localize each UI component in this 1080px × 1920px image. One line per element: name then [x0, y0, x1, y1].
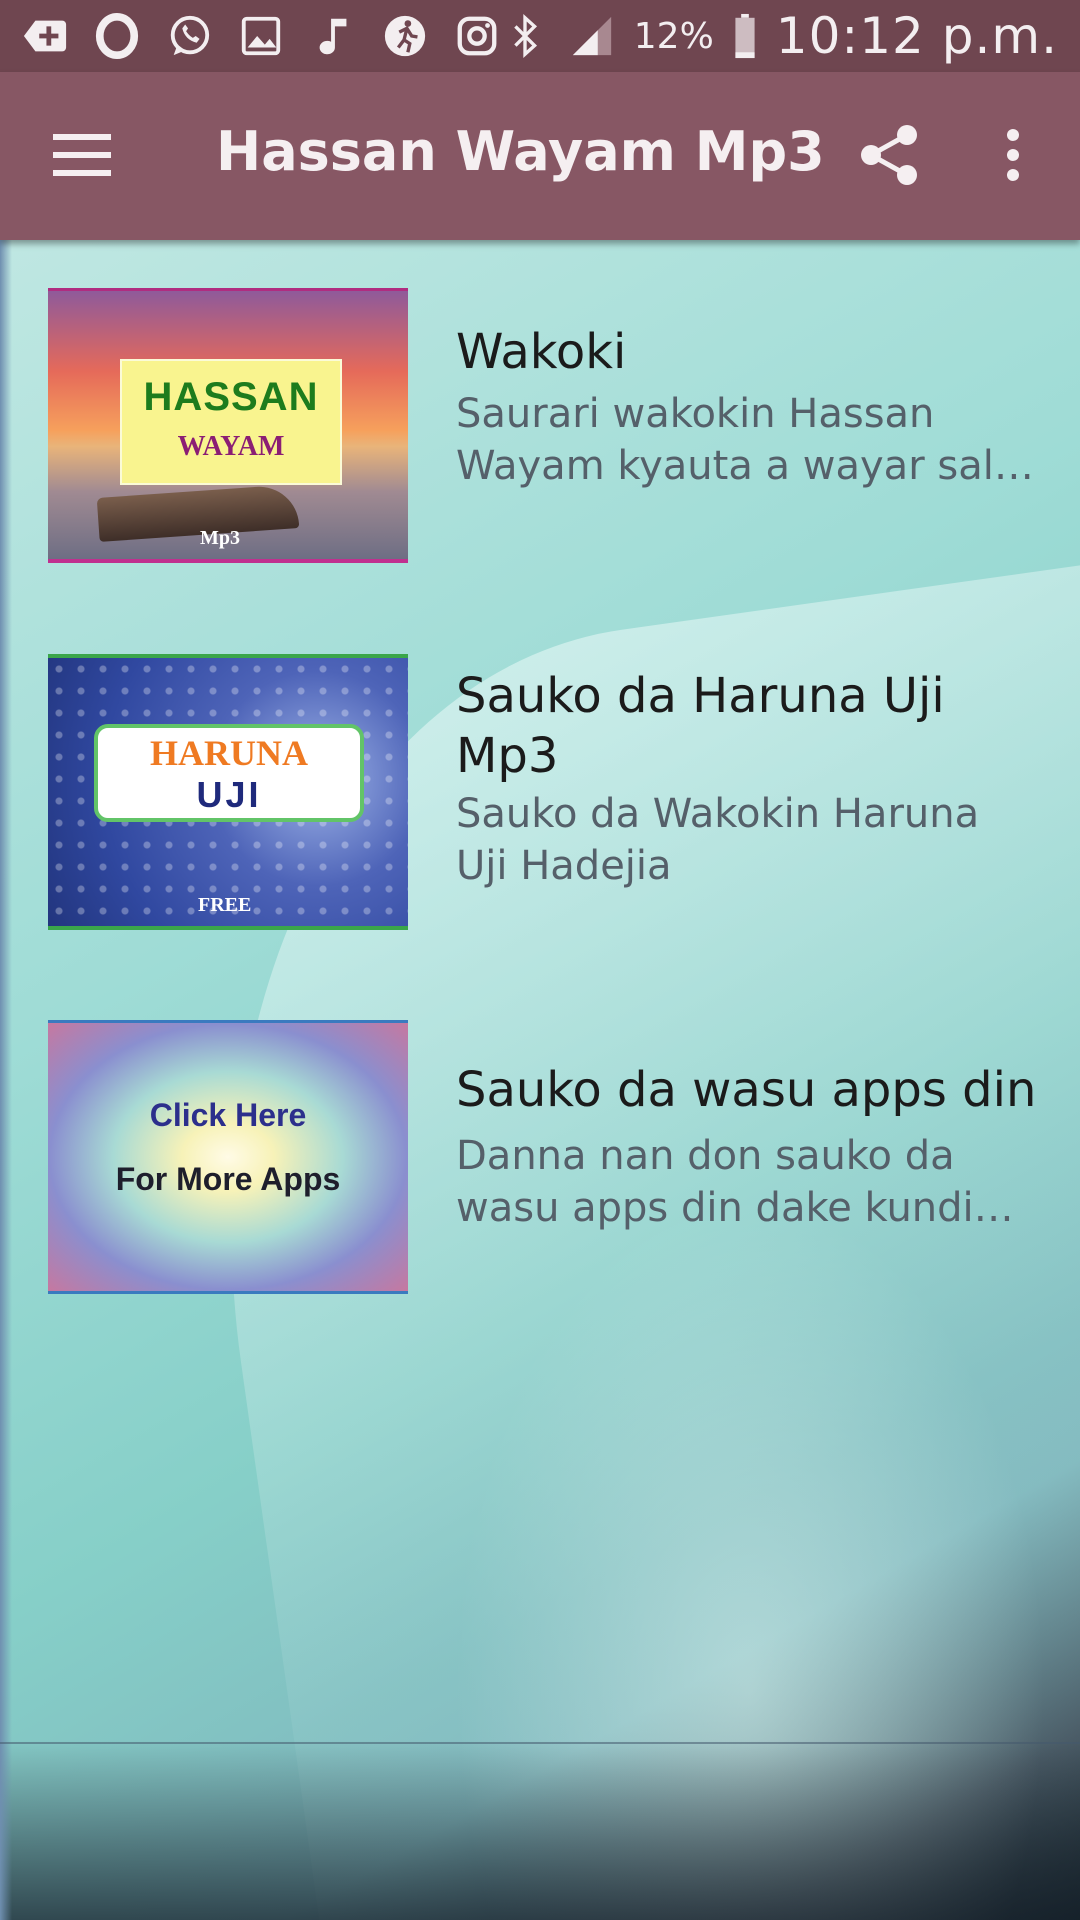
item-title: Sauko da wasu apps din	[456, 1062, 1037, 1118]
thumbnail-sign: HARUNA UJI	[94, 724, 364, 822]
share-button[interactable]	[846, 114, 932, 200]
item-thumbnail: HARUNA UJI FREE	[48, 654, 408, 930]
item-title: Wakoki	[456, 324, 627, 380]
item-description: Danna nan don sauko da wasu apps din dak…	[456, 1133, 1014, 1231]
opera-icon	[92, 11, 142, 61]
item-description: Sauko da Wakokin Haruna Uji Hadejia	[456, 791, 980, 889]
item-description: Saurari wakokin Hassan Wayam kyauta a wa…	[456, 391, 1034, 489]
menu-icon	[53, 132, 113, 182]
list-item[interactable]: HARUNA UJI FREE Sauko da Haruna Uji Mp3 …	[0, 654, 1080, 954]
app-title: Hassan Wayam Mp3	[216, 120, 825, 183]
thumbnail-text: WAYAM	[177, 431, 285, 462]
content-area: HASSAN WAYAM Mp3 Wakoki Saurari wakokin …	[0, 240, 1080, 1920]
battery-percent: 12%	[633, 15, 714, 57]
item-thumbnail: HASSAN WAYAM Mp3	[48, 288, 408, 563]
thumbnail-text: Mp3	[200, 527, 240, 549]
thumbnail-text: For More Apps	[115, 1161, 341, 1197]
thumbnail-text: FREE	[198, 894, 252, 916]
more-options-button[interactable]	[976, 114, 1050, 200]
thumbnail-text: Click Here	[149, 1097, 307, 1133]
thumbnail-text: HARUNA	[150, 733, 308, 773]
boat-image	[96, 484, 300, 542]
plus-icon	[20, 11, 70, 61]
whatsapp-icon	[164, 11, 214, 61]
thumbnail-text: HASSAN	[143, 375, 319, 419]
bluetooth-icon	[500, 11, 550, 61]
thumbnail-text: UJI	[196, 774, 262, 815]
battery-icon	[728, 11, 762, 61]
list-item[interactable]: Click Here For More Apps Sauko da wasu a…	[0, 1020, 1080, 1320]
thumbnail-sign: HASSAN WAYAM	[120, 359, 342, 485]
more-vert-icon	[1005, 129, 1021, 185]
item-thumbnail: Click Here For More Apps	[48, 1020, 408, 1294]
clock: 10:12 p.m.	[775, 7, 1058, 65]
runner-icon	[380, 11, 430, 61]
signal-icon	[564, 11, 620, 61]
list-item[interactable]: HASSAN WAYAM Mp3 Wakoki Saurari wakokin …	[0, 288, 1080, 588]
music-icon	[308, 11, 358, 61]
instagram-icon	[452, 11, 502, 61]
divider	[0, 1742, 1080, 1744]
item-title: Sauko da Haruna Uji Mp3	[456, 668, 945, 784]
share-icon	[859, 124, 919, 190]
gallery-icon	[236, 11, 286, 61]
app-bar: Hassan Wayam Mp3	[0, 72, 1080, 240]
menu-button[interactable]	[40, 114, 126, 200]
status-bar: 12% 10:12 p.m.	[0, 0, 1080, 72]
